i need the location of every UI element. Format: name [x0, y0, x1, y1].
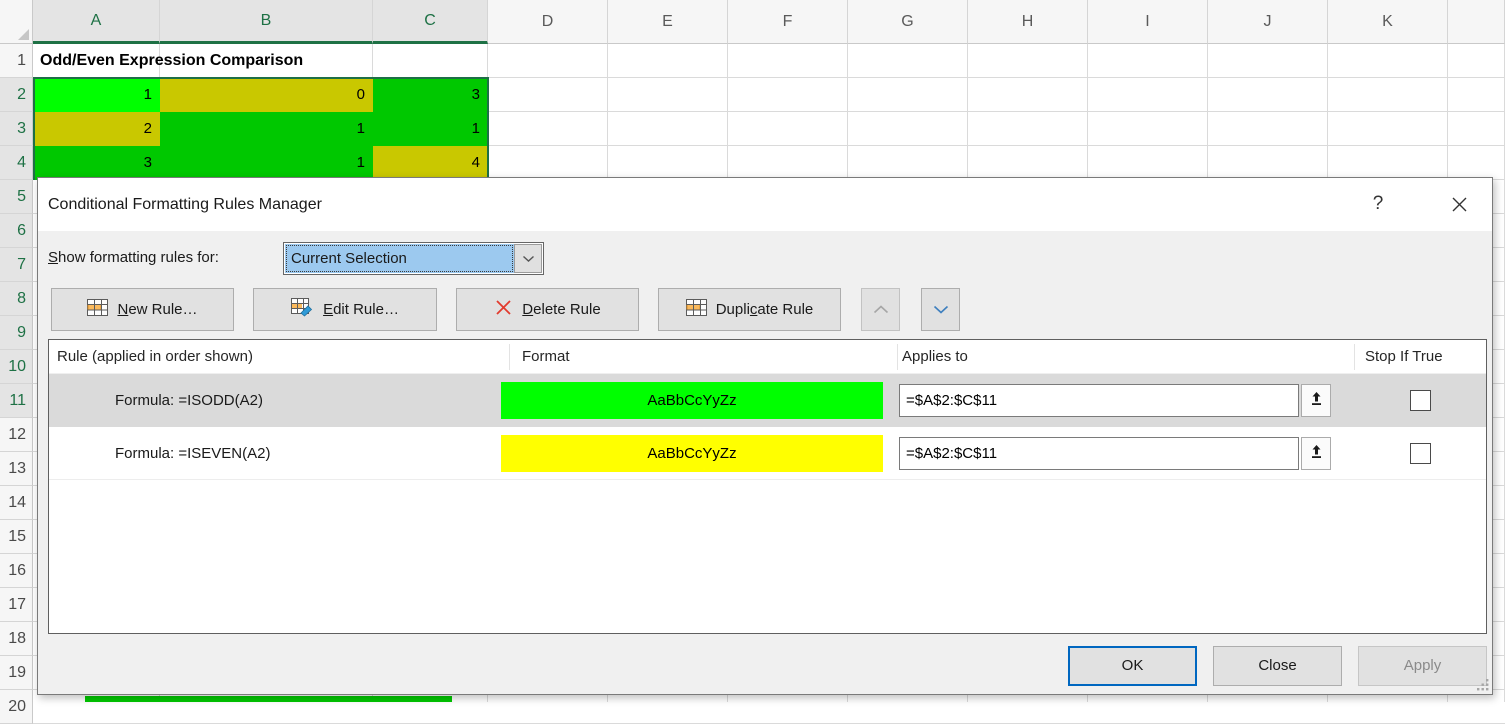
- cell-A4[interactable]: 3: [33, 146, 160, 180]
- move-rule-up-button[interactable]: [861, 288, 900, 331]
- stop-if-true-checkbox[interactable]: [1410, 443, 1431, 464]
- help-icon[interactable]: ?: [1363, 189, 1393, 219]
- row-header-3[interactable]: 3: [0, 112, 33, 146]
- row-header-10[interactable]: 10: [0, 350, 33, 384]
- row-header-9[interactable]: 9: [0, 316, 33, 350]
- select-all-corner[interactable]: [0, 0, 33, 44]
- rule-description: Formula: =ISEVEN(A2): [115, 427, 270, 480]
- collapse-range-button[interactable]: [1301, 437, 1331, 470]
- table-grid-pencil-icon: [291, 298, 314, 321]
- row-header-2[interactable]: 2: [0, 78, 33, 112]
- column-header-E[interactable]: E: [608, 0, 728, 44]
- row-header-7[interactable]: 7: [0, 248, 33, 282]
- cell-A1-title[interactable]: Odd/Even Expression Comparison: [40, 44, 303, 78]
- duplicate-rule-label: Duplicate Rule: [716, 301, 814, 318]
- column-header-partial[interactable]: [1448, 0, 1505, 44]
- dialog-titlebar[interactable]: Conditional Formatting Rules Manager ?: [38, 178, 1492, 231]
- rule-format-preview: AaBbCcYyZz: [501, 435, 883, 472]
- rules-list: Rule (applied in order shown) Format App…: [48, 339, 1487, 634]
- up-arrow-from-bar-icon: [1309, 391, 1324, 410]
- cell-C2[interactable]: 3: [373, 78, 488, 112]
- column-header-format: Format: [522, 340, 570, 373]
- row-header-15[interactable]: 15: [0, 520, 33, 554]
- column-header-K[interactable]: K: [1328, 0, 1448, 44]
- column-header-applies: Applies to: [902, 340, 968, 373]
- row-header-20[interactable]: 20: [0, 690, 33, 724]
- row20-formatted-cells-strip: [85, 696, 452, 702]
- cell-B2[interactable]: 0: [160, 78, 373, 112]
- new-rule-button[interactable]: New Rule…: [51, 288, 234, 331]
- rule-row[interactable]: Formula: =ISEVEN(A2) AaBbCcYyZz: [49, 427, 1486, 480]
- column-header-stop: Stop If True: [1365, 340, 1443, 373]
- column-header-F[interactable]: F: [728, 0, 848, 44]
- row-header-17[interactable]: 17: [0, 588, 33, 622]
- up-arrow-from-bar-icon: [1309, 444, 1324, 463]
- cell-A2[interactable]: 1: [33, 78, 160, 112]
- delete-rule-button[interactable]: Delete Rule: [456, 288, 639, 331]
- header-separator: [1354, 344, 1355, 370]
- column-header-rule: Rule (applied in order shown): [57, 340, 253, 373]
- cell-A3[interactable]: 2: [33, 112, 160, 146]
- row-header-4[interactable]: 4: [0, 146, 33, 180]
- red-x-icon: [494, 298, 513, 321]
- chevron-down-icon[interactable]: [514, 244, 542, 273]
- chevron-up-icon: [873, 302, 889, 317]
- row-header-13[interactable]: 13: [0, 452, 33, 486]
- applies-to-input[interactable]: [899, 384, 1299, 417]
- move-rule-down-button[interactable]: [921, 288, 960, 331]
- row-header-6[interactable]: 6: [0, 214, 33, 248]
- show-formatting-rules-label: Show formatting rules for:: [48, 249, 219, 266]
- stop-if-true-checkbox[interactable]: [1410, 390, 1431, 411]
- delete-rule-label: Delete Rule: [522, 301, 600, 318]
- row-header-19[interactable]: 19: [0, 656, 33, 690]
- column-header-B[interactable]: B: [160, 0, 373, 44]
- row-header-1[interactable]: 1: [0, 44, 33, 78]
- close-button[interactable]: Close: [1213, 646, 1342, 686]
- row-header-8[interactable]: 8: [0, 282, 33, 316]
- column-header-D[interactable]: D: [488, 0, 608, 44]
- rule-description: Formula: =ISODD(A2): [115, 374, 263, 427]
- edit-rule-button[interactable]: Edit Rule…: [253, 288, 437, 331]
- column-header-J[interactable]: J: [1208, 0, 1328, 44]
- rules-scope-value[interactable]: Current Selection: [285, 244, 514, 273]
- row-header-12[interactable]: 12: [0, 418, 33, 452]
- column-header-H[interactable]: H: [968, 0, 1088, 44]
- duplicate-rule-button[interactable]: Duplicate Rule: [658, 288, 841, 331]
- dialog-title: Conditional Formatting Rules Manager: [48, 178, 322, 231]
- cell-B3[interactable]: 1: [160, 112, 373, 146]
- header-separator: [509, 344, 510, 370]
- apply-button[interactable]: Apply: [1358, 646, 1487, 686]
- resize-grip-icon[interactable]: [1476, 678, 1489, 691]
- header-separator: [897, 344, 898, 370]
- ok-button[interactable]: OK: [1068, 646, 1197, 686]
- rule-format-preview: AaBbCcYyZz: [501, 382, 883, 419]
- table-grid-icon: [686, 299, 707, 320]
- row-header-5[interactable]: 5: [0, 180, 33, 214]
- cell-B4[interactable]: 1: [160, 146, 373, 180]
- collapse-range-button[interactable]: [1301, 384, 1331, 417]
- row-header-14[interactable]: 14: [0, 486, 33, 520]
- row-header-16[interactable]: 16: [0, 554, 33, 588]
- row-header-18[interactable]: 18: [0, 622, 33, 656]
- new-rule-label: New Rule…: [117, 301, 197, 318]
- column-header-I[interactable]: I: [1088, 0, 1208, 44]
- row-header-11[interactable]: 11: [0, 384, 33, 418]
- conditional-formatting-rules-manager-dialog: Conditional Formatting Rules Manager ? S…: [37, 177, 1493, 695]
- column-header-G[interactable]: G: [848, 0, 968, 44]
- applies-to-input[interactable]: [899, 437, 1299, 470]
- column-header-A[interactable]: A: [33, 0, 160, 44]
- rules-list-body: Formula: =ISODD(A2)AaBbCcYyZzFormula: =I…: [49, 374, 1486, 633]
- rule-row[interactable]: Formula: =ISODD(A2) AaBbCcYyZz: [49, 374, 1486, 427]
- table-grid-icon: [87, 299, 108, 320]
- chevron-down-icon: [933, 302, 949, 317]
- cell-C3[interactable]: 1: [373, 112, 488, 146]
- rules-scope-dropdown[interactable]: Current Selection: [283, 242, 544, 275]
- column-header-C[interactable]: C: [373, 0, 488, 44]
- edit-rule-label: Edit Rule…: [323, 301, 399, 318]
- cell-C4[interactable]: 4: [373, 146, 488, 180]
- close-icon[interactable]: [1444, 189, 1474, 219]
